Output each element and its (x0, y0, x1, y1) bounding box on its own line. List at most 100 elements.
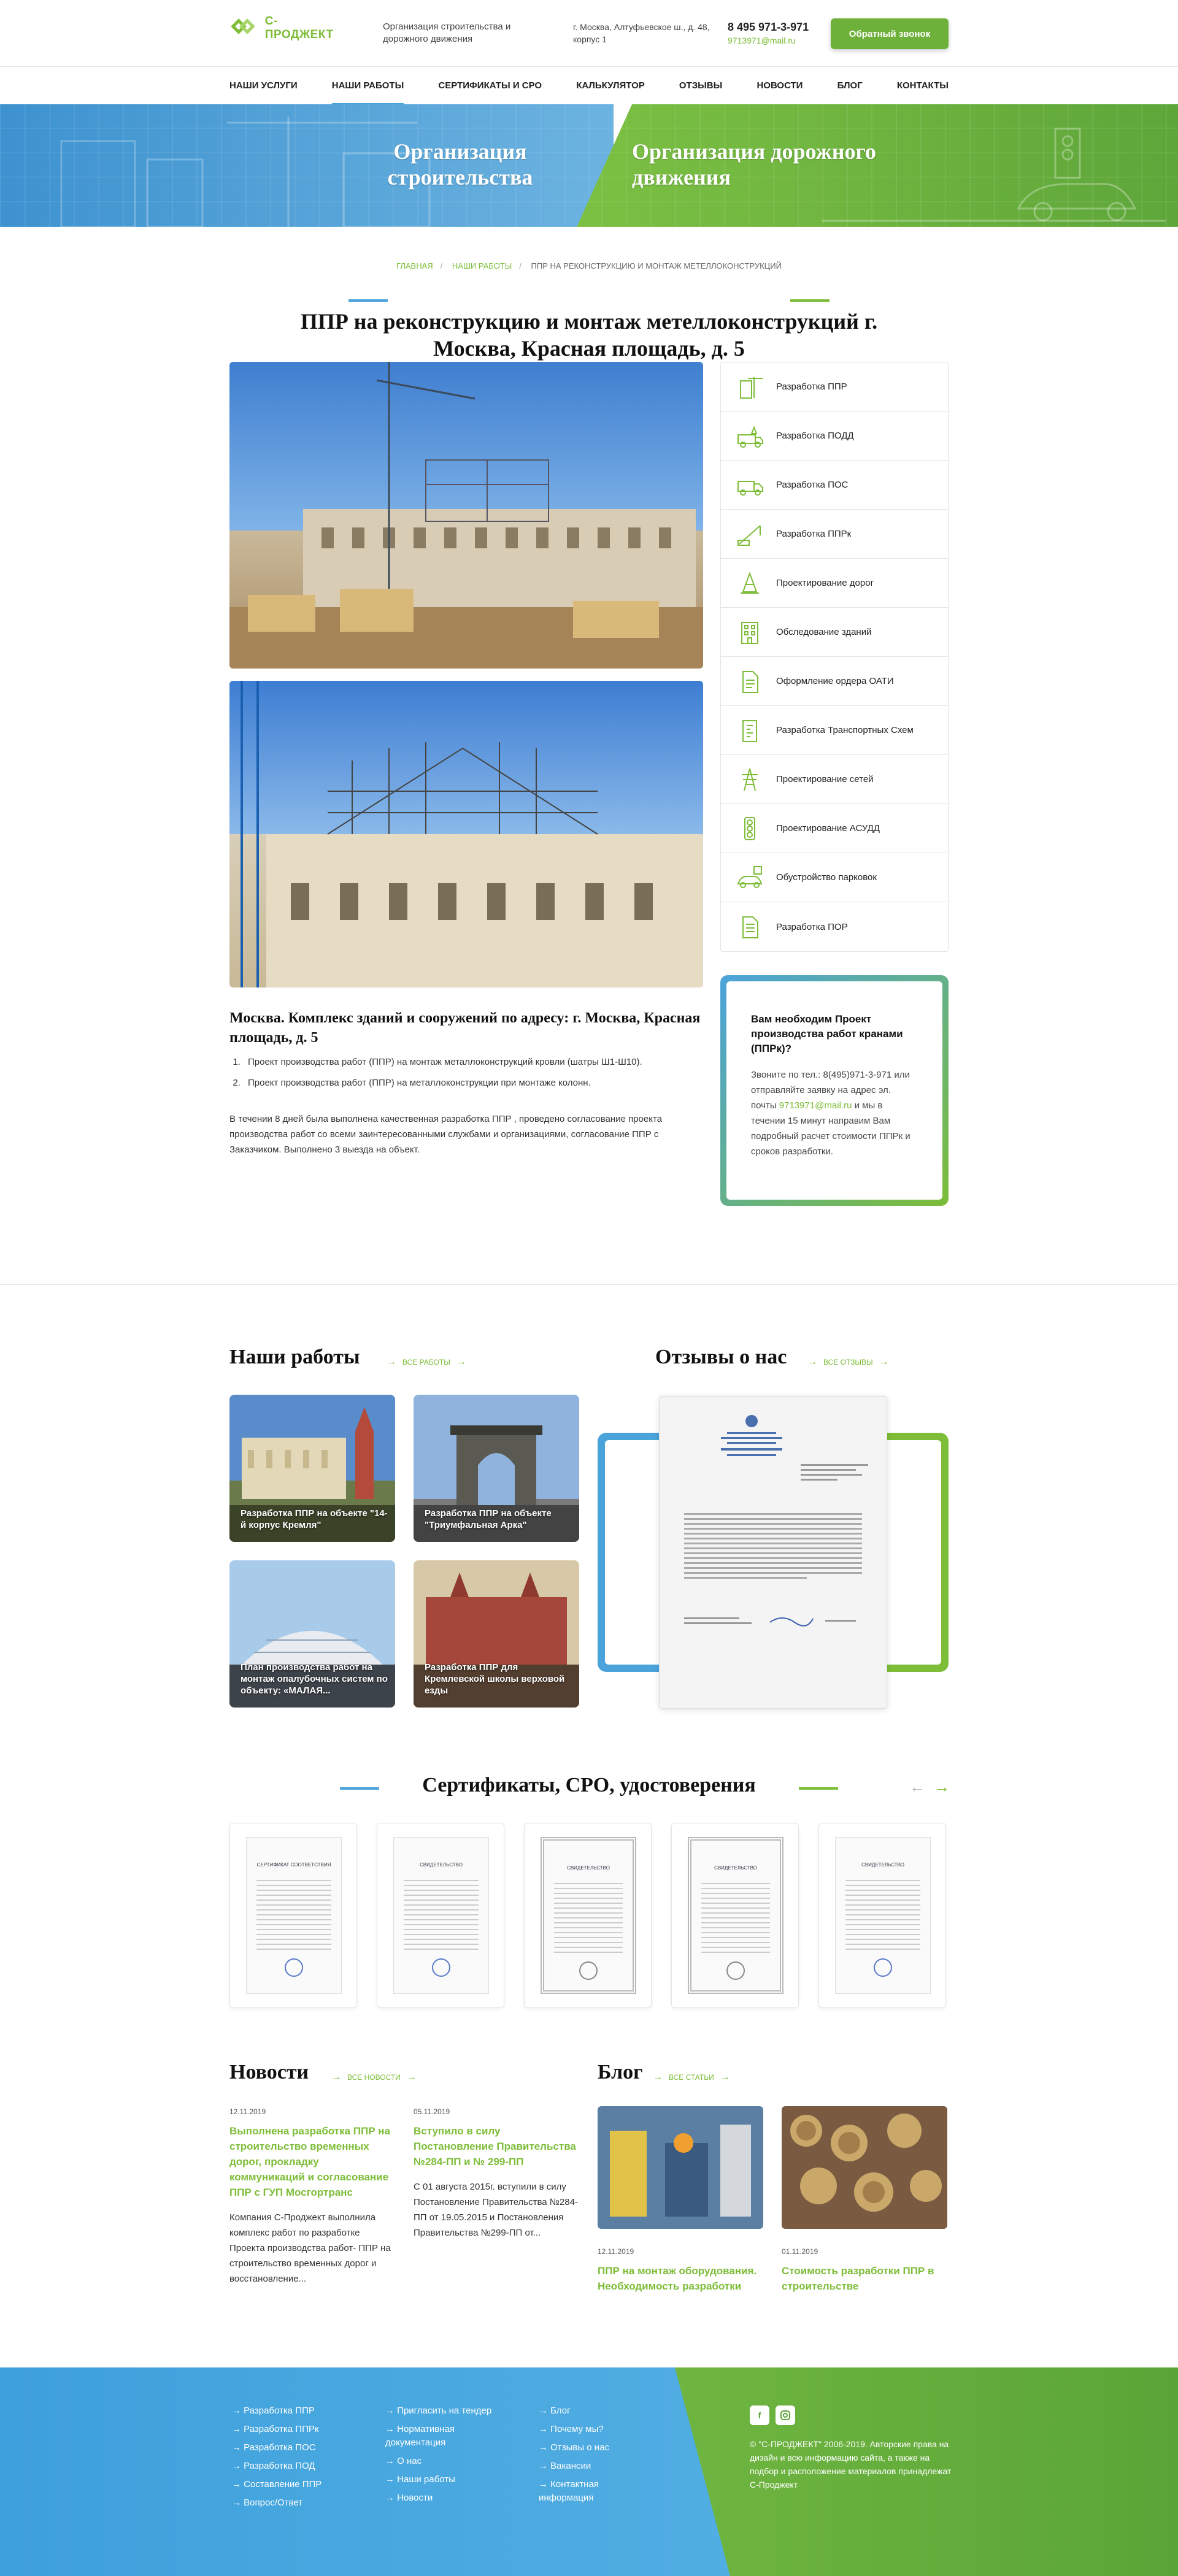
banner-left-title: Организация строительства (387, 139, 533, 190)
work-card[interactable]: Разработка ППР на объекте "14-й корпус К… (229, 1395, 395, 1542)
certificate-card[interactable]: СВИДЕТЕЛЬСТВО (818, 1823, 946, 2008)
project-items: Проект производства работ (ППР) на монта… (243, 1056, 709, 1098)
document-list-icon (733, 914, 766, 940)
footer-link[interactable]: Разработка ПОД (232, 2459, 355, 2473)
service-transport[interactable]: Разработка Транспортных Схем (721, 706, 948, 755)
service-parking[interactable]: Обустройство парковок (721, 853, 948, 902)
nav-blog[interactable]: Блог (837, 67, 863, 105)
footer-link[interactable]: Вопрос/Ответ (232, 2496, 355, 2510)
service-por[interactable]: Разработка ПОР (721, 902, 948, 951)
work-card[interactable]: Разработка ППР для Кремлевской школы вер… (414, 1560, 579, 1708)
news-excerpt: С 01 августа 2015г. вступили в силу Пост… (414, 2182, 578, 2238)
nav-news[interactable]: Новости (756, 67, 803, 105)
footer-link[interactable]: Пригласить на тендер (385, 2404, 508, 2418)
footer-link[interactable]: О нас (385, 2455, 508, 2468)
cert-next-arrow-icon[interactable]: → (934, 1777, 950, 1796)
blog-heading: Блог (598, 2061, 643, 2083)
news-date: 12.11.2019 (229, 2107, 266, 2116)
transport-scheme-icon (733, 718, 766, 743)
service-podd[interactable]: Разработка ПОДД (721, 412, 948, 461)
news-all-link[interactable]: → ВСЕ НОВОСТИ → (331, 2072, 417, 2083)
footer-link[interactable]: Разработка ППР (232, 2404, 355, 2418)
footer-link[interactable]: Наши работы (385, 2473, 508, 2486)
certificate-card[interactable]: СВИДЕТЕЛЬСТВО (671, 1823, 799, 2008)
footer-link[interactable]: Почему мы? (539, 2423, 655, 2436)
review-letter-scan (684, 1415, 868, 1627)
services-menu: Разработка ППР Разработка ПОДД Разработк… (720, 362, 949, 952)
works-all-link[interactable]: → ВСЕ РАБОТЫ → (387, 1357, 466, 1368)
certificate-card[interactable]: СВИДЕТЕЛЬСТВО (524, 1823, 652, 2008)
footer-link[interactable]: Разработка ППРк (232, 2423, 355, 2436)
nav-calculator[interactable]: Калькулятор (576, 67, 645, 105)
project-description: В течении 8 дней была выполнена качестве… (229, 1114, 663, 1155)
banner-traffic[interactable]: Организация дорожного движения (577, 104, 1178, 227)
traffic-light-icon (733, 816, 766, 841)
work-card-title: План производства работ на монтаж опалуб… (241, 1662, 388, 1696)
service-networks[interactable]: Проектирование сетей (721, 755, 948, 804)
review-letter[interactable] (659, 1396, 887, 1709)
project-photo-2[interactable] (229, 681, 703, 987)
breadcrumb-current: ППР НА РЕКОНСТРУКЦИЮ И МОНТАЖ МЕТЕЛЛОКОН… (531, 261, 782, 270)
banner-construction[interactable]: Организация строительства (0, 104, 614, 227)
nav-services[interactable]: Наши услуги (229, 67, 298, 105)
header-phone[interactable]: 8 495 971-3-971 (728, 21, 809, 34)
news-excerpt: Компания С-Проджект выполнила комплекс р… (229, 2212, 391, 2284)
breadcrumb-home[interactable]: ГЛАВНАЯ (396, 261, 433, 270)
nav-certificates[interactable]: Сертификаты и СРО (438, 67, 542, 105)
breadcrumb-works[interactable]: НАШИ РАБОТЫ (452, 261, 512, 270)
blog-title[interactable]: ППР на монтаж оборудования. Необходимост… (598, 2263, 782, 2294)
footer-link[interactable]: Новости (385, 2491, 508, 2505)
news-title[interactable]: Выполнена разработка ППР на строительств… (229, 2123, 395, 2200)
service-inspection[interactable]: Обследование зданий (721, 608, 948, 657)
footer-link[interactable]: Составление ППР (232, 2478, 355, 2491)
footer-link[interactable]: Разработка ПОС (232, 2441, 355, 2455)
service-ppr[interactable]: Разработка ППР (721, 362, 948, 412)
service-oati[interactable]: Оформление ордера ОАТИ (721, 657, 948, 706)
blog-all-link[interactable]: → ВСЕ СТАТЬИ → (653, 2072, 730, 2083)
cta-email-link[interactable]: 9713971@mail.ru (779, 1100, 852, 1111)
blog-item[interactable]: 12.11.2019 ППР на монтаж оборудования. Н… (598, 2247, 782, 2294)
reviews-heading: Отзывы о нас (655, 1346, 787, 1368)
power-tower-icon (733, 767, 766, 792)
work-card[interactable]: Разработка ППР на объекте "Триумфальная … (414, 1395, 579, 1542)
nav-contacts[interactable]: Контакты (897, 67, 949, 105)
certificate-card[interactable]: СВИДЕТЕЛЬСТВО (377, 1823, 504, 2008)
certificate-card[interactable]: СЕРТИФИКАТ СООТВЕТСТВИЯ (229, 1823, 357, 2008)
blog-image[interactable] (782, 2106, 947, 2229)
footer-link[interactable]: Нормативная документация (385, 2423, 508, 2450)
service-pprk[interactable]: Разработка ППРк (721, 510, 948, 559)
banner-right-title: Организация дорожного движения (632, 139, 876, 190)
service-pos[interactable]: Разработка ПОС (721, 461, 948, 510)
main-nav: Наши услуги Наши работы Сертификаты и СР… (0, 66, 1178, 105)
facebook-icon[interactable]: f (750, 2405, 769, 2425)
nav-works[interactable]: Наши работы (331, 67, 404, 105)
project-photo-1[interactable] (229, 362, 703, 669)
nav-reviews[interactable]: Отзывы (679, 67, 722, 105)
footer-link[interactable]: Отзывы о нас (539, 2441, 655, 2455)
service-roads[interactable]: Проектирование дорог (721, 559, 948, 608)
news-item[interactable]: 05.11.2019 Вступило в силу Постановление… (414, 2107, 579, 2241)
blog-title[interactable]: Стоимость разработки ППР в строительстве (782, 2263, 953, 2294)
work-card-title: Разработка ППР на объекте "14-й корпус К… (241, 1508, 388, 1530)
blog-image[interactable] (598, 2106, 763, 2229)
reviews-all-link[interactable]: → ВСЕ ОТЗЫВЫ → (807, 1357, 889, 1368)
logo[interactable]: С-ПРОДЖЕКТ (229, 9, 346, 48)
blog-item[interactable]: 01.11.2019 Стоимость разработки ППР в ст… (782, 2247, 953, 2294)
crane-icon (733, 521, 766, 547)
works-heading: Наши работы (229, 1346, 360, 1368)
blog-date: 12.11.2019 (598, 2247, 634, 2256)
footer-link[interactable]: Блог (539, 2404, 655, 2418)
project-item: Проект производства работ (ППР) на метал… (243, 1077, 709, 1089)
callback-button[interactable]: Обратный звонок (831, 18, 949, 49)
service-asudd[interactable]: Проектирование АСУДД (721, 804, 948, 853)
work-card[interactable]: План производства работ на монтаж опалуб… (229, 1560, 395, 1708)
news-title[interactable]: Вступило в силу Постановление Правительс… (414, 2123, 579, 2169)
header-email[interactable]: 9713971@mail.ru (728, 36, 796, 45)
instagram-icon[interactable] (776, 2405, 795, 2425)
news-item[interactable]: 12.11.2019 Выполнена разработка ППР на с… (229, 2107, 395, 2287)
cert-dash-right (799, 1787, 838, 1790)
footer-link[interactable]: Контактная информация (539, 2478, 655, 2505)
footer: Разработка ППР Разработка ППРк Разработк… (0, 2367, 1178, 2576)
cert-prev-arrow-icon[interactable]: ← (909, 1777, 925, 1796)
footer-link[interactable]: Вакансии (539, 2459, 655, 2473)
